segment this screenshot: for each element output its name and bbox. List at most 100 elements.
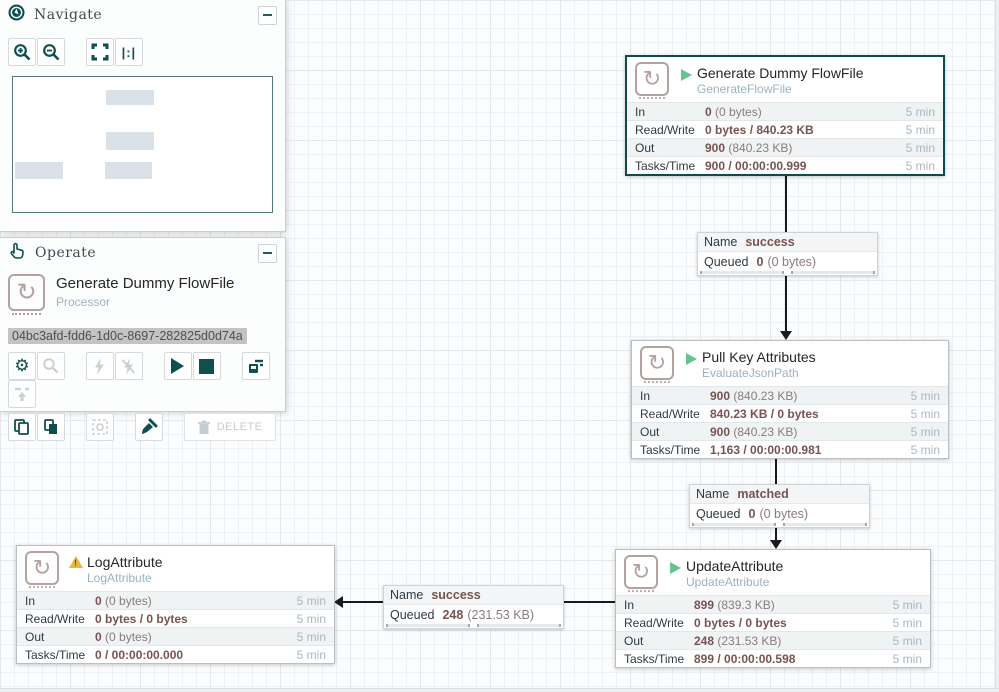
processor-icon: ↻ — [8, 274, 45, 311]
paint-brush-icon — [140, 418, 158, 436]
connection-queued-count: 248 — [442, 608, 463, 622]
connection-name-value: success — [745, 235, 794, 249]
processor-icon: ↻ — [640, 346, 674, 380]
stat-row-tasks-time: Tasks/Time 900 / 00:00:00.999 5 min — [627, 156, 943, 174]
connection-label-success-2[interactable]: Name success Queued 248 (231.53 KB) — [383, 585, 564, 629]
stat-window: 5 min — [911, 443, 940, 457]
stat-row-out: Out 248 (231.53 KB) 5 min — [616, 631, 930, 649]
connection-name-key: Name — [390, 588, 423, 602]
upload-template-icon — [13, 385, 31, 403]
stat-label: Tasks/Time — [640, 443, 710, 457]
copy-icon — [13, 418, 31, 436]
connection-name-value: success — [431, 588, 480, 602]
running-status-icon — [681, 69, 692, 81]
stat-label: Tasks/Time — [25, 648, 95, 662]
stat-window: 5 min — [911, 389, 940, 403]
processor-update-attribute[interactable]: ↻ UpdateAttribute UpdateAttribute In 899… — [615, 549, 931, 668]
stat-label: Tasks/Time — [635, 159, 705, 173]
connection-queued-size: (231.53 KB) — [467, 608, 534, 622]
stat-label: Tasks/Time — [624, 652, 694, 666]
selected-component-kind: Processor — [56, 295, 110, 309]
component-uuid[interactable]: 04bc3afd-fdd6-1d0c-8697-282825d0d74a — [8, 328, 247, 344]
enable-button[interactable] — [86, 352, 114, 380]
zoom-out-button[interactable] — [37, 38, 65, 66]
connection-name-key: Name — [704, 235, 737, 249]
stat-window: 5 min — [893, 616, 922, 630]
stat-label: Read/Write — [640, 407, 710, 421]
connection-name-key: Name — [696, 487, 729, 501]
group-button[interactable] — [86, 413, 114, 441]
processor-type: LogAttribute — [87, 571, 152, 585]
start-button[interactable] — [164, 352, 192, 380]
stat-window: 5 min — [297, 630, 326, 644]
processor-pull-key-attributes[interactable]: ↻ Pull Key Attributes EvaluateJsonPath I… — [631, 340, 949, 459]
configuration-button[interactable]: ⚙ — [8, 352, 36, 380]
paste-button[interactable] — [37, 413, 65, 441]
warning-status-icon — [69, 556, 83, 568]
stat-row-out: Out 0 (0 bytes) 5 min — [17, 627, 334, 645]
run-once-button[interactable] — [242, 352, 270, 380]
stat-window: 5 min — [906, 141, 935, 155]
connection-label-matched[interactable]: Name matched Queued 0 (0 bytes) — [689, 484, 870, 528]
stat-row-tasks-time: Tasks/Time 0 / 00:00:00.000 5 min — [17, 645, 334, 663]
stat-row-read-write: Read/Write 0 bytes / 840.23 KB 5 min — [627, 120, 943, 138]
connection-name-value: matched — [737, 487, 788, 501]
stat-label: Read/Write — [25, 612, 95, 626]
stat-row-tasks-time: Tasks/Time 1,163 / 00:00:00.981 5 min — [632, 440, 948, 458]
delete-button-label: DELETE — [217, 421, 263, 433]
canvas-horizontal-scrollbar[interactable] — [0, 688, 999, 692]
compass-icon — [8, 4, 25, 26]
birdseye-minimap[interactable] — [12, 76, 273, 213]
navigate-title: Navigate — [34, 7, 258, 23]
color-button[interactable] — [135, 413, 163, 441]
hand-pointer-icon — [8, 242, 26, 265]
stop-button[interactable] — [193, 352, 221, 380]
disable-button[interactable] — [115, 352, 143, 380]
selected-component-name: Generate Dummy FlowFile — [56, 275, 234, 292]
processor-log-attribute[interactable]: ↻ LogAttribute LogAttribute In 0 (0 byte… — [16, 545, 335, 664]
provenance-button[interactable] — [37, 352, 65, 380]
stat-window: 5 min — [906, 123, 935, 137]
connection-label-success-1[interactable]: Name success Queued 0 (0 bytes) — [697, 232, 878, 276]
arrowhead-down-2 — [770, 540, 782, 549]
processor-type: EvaluateJsonPath — [702, 366, 799, 380]
connection-queued-count: 0 — [756, 255, 763, 269]
stat-label: In — [25, 594, 95, 608]
run-once-icon — [247, 357, 265, 375]
minimap-block — [106, 132, 154, 150]
operate-collapse-button[interactable] — [258, 244, 277, 263]
processor-icon: ↻ — [25, 551, 59, 585]
processor-icon: ↻ — [635, 62, 669, 96]
canvas-vertical-scrollbar[interactable] — [995, 0, 999, 692]
operate-panel: Operate ↻ Generate Dummy FlowFile Proces… — [0, 237, 286, 412]
trash-icon — [197, 420, 211, 435]
zoom-fit-icon — [91, 43, 109, 61]
zoom-actual-size-button[interactable]: |:| — [115, 38, 143, 66]
stat-window: 5 min — [893, 598, 922, 612]
arrowhead-down-1 — [780, 331, 792, 340]
running-status-icon — [670, 562, 681, 574]
copy-button[interactable] — [8, 413, 36, 441]
minimap-block — [15, 162, 63, 179]
connection-queued-key: Queued — [696, 507, 740, 521]
zoom-fit-button[interactable] — [86, 38, 114, 66]
navigate-collapse-button[interactable] — [258, 6, 277, 25]
processor-generate-dummy-flowfile[interactable]: ↻ Generate Dummy FlowFile GenerateFlowFi… — [625, 55, 945, 176]
stop-icon — [199, 359, 214, 374]
connection-queued-key: Queued — [390, 608, 434, 622]
processor-title: LogAttribute — [87, 554, 163, 570]
zoom-in-button[interactable] — [8, 38, 36, 66]
upload-template-button[interactable] — [8, 380, 36, 408]
connection-queued-size: (0 bytes) — [767, 255, 816, 269]
queue-meter — [698, 271, 877, 275]
delete-button[interactable]: DELETE — [184, 413, 276, 441]
stat-label: In — [640, 389, 710, 403]
stat-row-read-write: Read/Write 840.23 KB / 0 bytes 5 min — [632, 404, 948, 422]
stat-window: 5 min — [911, 425, 940, 439]
stat-label: Out — [25, 630, 95, 644]
stat-row-out: Out 900 (840.23 KB) 5 min — [627, 138, 943, 156]
running-status-icon — [686, 353, 697, 365]
minimap-scrollbar[interactable] — [12, 217, 273, 227]
connection-queued-size: (0 bytes) — [759, 507, 808, 521]
processor-title: UpdateAttribute — [686, 558, 783, 574]
